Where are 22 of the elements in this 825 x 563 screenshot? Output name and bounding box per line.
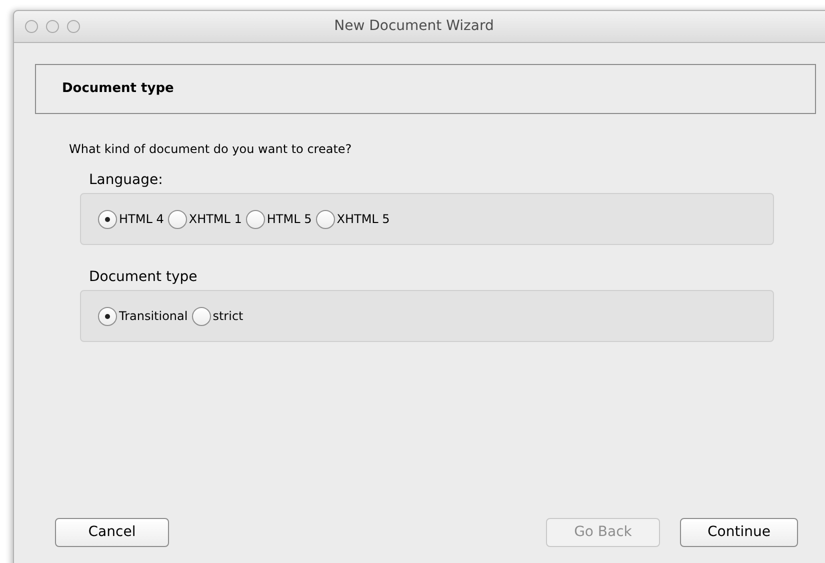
zoom-button[interactable]: [67, 20, 80, 33]
radio-option[interactable]: XHTML 5: [316, 210, 390, 228]
radio-button[interactable]: [316, 210, 335, 228]
radio-button[interactable]: [98, 210, 117, 228]
radio-option[interactable]: HTML 5: [246, 210, 312, 228]
window-title: New Document Wizard: [334, 17, 494, 36]
radio-button[interactable]: [98, 306, 117, 326]
radio-option[interactable]: Transitional: [98, 306, 188, 326]
button[interactable]: Continue: [680, 518, 798, 547]
group-label: Document type: [89, 268, 198, 286]
radio-option[interactable]: XHTML 1: [168, 210, 242, 228]
minimize-button[interactable]: [46, 20, 59, 33]
close-button[interactable]: [25, 20, 38, 33]
radio-option[interactable]: strict: [192, 306, 244, 326]
radio-button[interactable]: [168, 210, 187, 228]
question-text: What kind of document do you want to create?: [69, 141, 352, 158]
radio-button[interactable]: [192, 306, 211, 326]
group-label: Language:: [89, 171, 163, 189]
radio-option[interactable]: HTML 4: [98, 210, 164, 228]
radio-button[interactable]: [246, 210, 265, 228]
step-title: Document type: [62, 80, 174, 98]
button[interactable]: Cancel: [55, 518, 169, 547]
